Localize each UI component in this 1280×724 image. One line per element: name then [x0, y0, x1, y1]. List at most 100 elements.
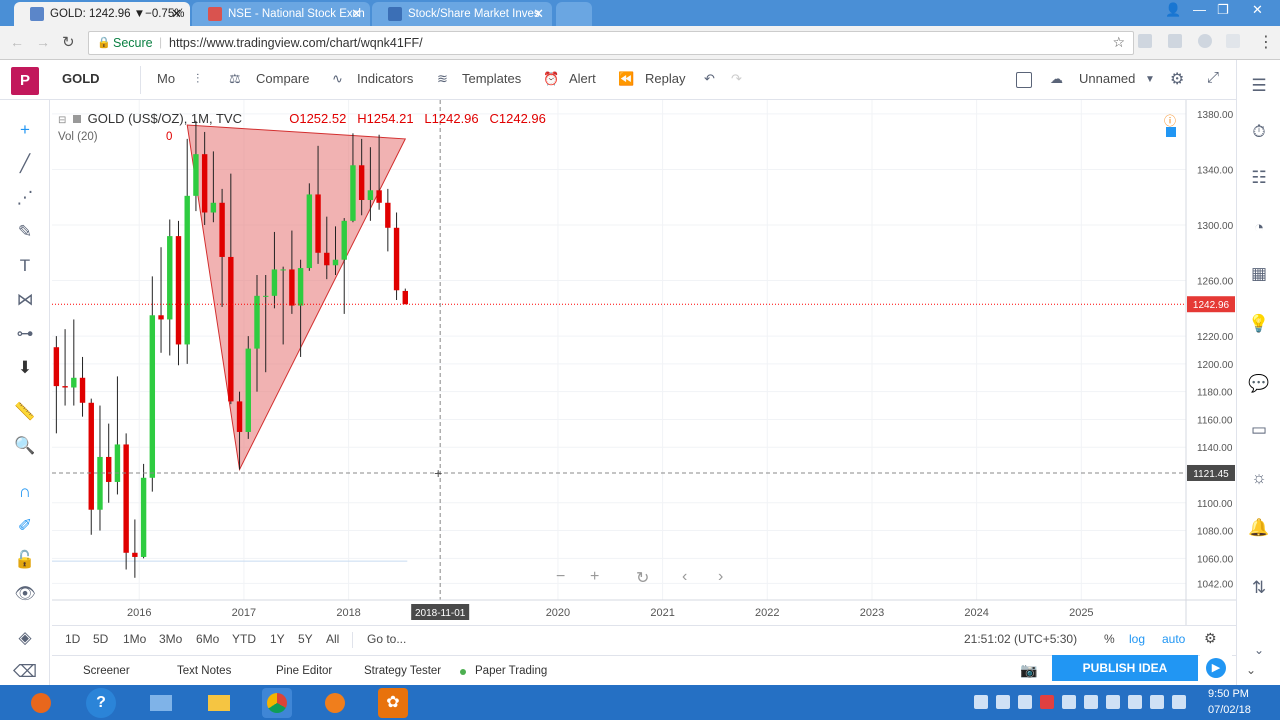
- redo-icon[interactable]: ↷: [731, 71, 742, 87]
- chrome-menu-icon[interactable]: ⋮: [1258, 32, 1274, 52]
- fib-tool-icon[interactable]: ⋰: [13, 186, 37, 210]
- chart-style-icon[interactable]: ⫶: [196, 71, 199, 87]
- range-ytd[interactable]: YTD: [232, 632, 256, 646]
- range-all[interactable]: All: [326, 632, 339, 646]
- info-flag-icon[interactable]: [1166, 127, 1176, 137]
- trend-line-icon[interactable]: ╱: [13, 152, 37, 176]
- tray-icon[interactable]: [1084, 695, 1098, 709]
- lock-drawings-icon[interactable]: 🔓: [13, 548, 37, 572]
- notifications-bell-icon[interactable]: 🔔: [1247, 516, 1271, 540]
- range-1y[interactable]: 1Y: [270, 632, 285, 646]
- chrome-icon[interactable]: [262, 688, 292, 718]
- chevron-down-icon[interactable]: ▼: [1145, 74, 1155, 85]
- prediction-tool-icon[interactable]: ⊶: [13, 322, 37, 346]
- time-axis[interactable]: 2016 2017 2018 2020 2021 2022 2023 2024 2025 2018…: [52, 599, 1236, 620]
- restore-icon[interactable]: ❐: [1217, 2, 1229, 18]
- minimize-icon[interactable]: —: [1193, 2, 1206, 17]
- tray-icon[interactable]: [1018, 695, 1032, 709]
- alert-icon[interactable]: ⏰: [543, 71, 559, 87]
- bluetooth-tray-icon[interactable]: [996, 695, 1010, 709]
- price-chart[interactable]: + 1380.00 1340.00 1300.00 1260.00 1220.00 120…: [52, 100, 1236, 625]
- calendar-icon[interactable]: ▦: [1247, 262, 1271, 286]
- fullscreen-layout-icon[interactable]: [1016, 72, 1032, 88]
- templates-icon[interactable]: ≋: [437, 71, 448, 87]
- hotlist-icon[interactable]: ◔: [1247, 216, 1271, 240]
- text-tool-icon[interactable]: T: [13, 254, 37, 278]
- replay-icon[interactable]: ⏪: [618, 71, 634, 87]
- fullscreen-icon[interactable]: ⤢: [1207, 69, 1219, 86]
- profile-icon[interactable]: 👤: [1165, 2, 1181, 18]
- chart-settings-icon[interactable]: ⚙: [1204, 630, 1217, 647]
- tab-paper-trading[interactable]: Paper Trading: [475, 665, 547, 677]
- tab-strategy-tester[interactable]: Strategy Tester: [364, 665, 441, 677]
- ideas-lightbulb-icon[interactable]: 💡: [1247, 312, 1271, 336]
- stay-in-drawing-mode-icon[interactable]: ✐: [13, 514, 37, 538]
- arrow-down-icon[interactable]: ⬇: [13, 356, 37, 380]
- zoom-in-icon[interactable]: 🔍: [13, 434, 37, 458]
- goto-date-button[interactable]: Go to...: [367, 632, 406, 646]
- firefox-icon[interactable]: [320, 688, 350, 718]
- range-3mo[interactable]: 3Mo: [159, 632, 182, 646]
- scroll-left-icon[interactable]: ‹: [682, 568, 687, 586]
- forward-icon[interactable]: →: [36, 34, 50, 50]
- chart-pane[interactable]: + 1380.00 1340.00 1300.00 1260.00 1220.00 120…: [52, 100, 1236, 625]
- collapse-legend-icon[interactable]: ⊟: [58, 115, 66, 126]
- data-window-icon[interactable]: ☷: [1247, 166, 1271, 190]
- auto-scale-toggle[interactable]: auto: [1162, 632, 1185, 646]
- object-tree-icon[interactable]: ◈: [13, 626, 37, 650]
- camera-snapshot-icon[interactable]: 📷: [1020, 662, 1037, 679]
- brush-icon[interactable]: ✎: [13, 220, 37, 244]
- profile-logo-button[interactable]: P: [11, 67, 39, 95]
- file-explorer-icon[interactable]: [204, 688, 234, 718]
- zoom-out-icon[interactable]: −: [556, 568, 565, 586]
- close-tab-icon[interactable]: ✕: [533, 2, 544, 26]
- range-5d[interactable]: 5D: [93, 632, 108, 646]
- app-gear-icon[interactable]: ✿: [378, 688, 408, 718]
- range-5y[interactable]: 5Y: [298, 632, 313, 646]
- publish-idea-button[interactable]: PUBLISH IDEA: [1052, 655, 1198, 681]
- undo-icon[interactable]: ↶: [704, 71, 715, 87]
- indicators-icon[interactable]: ∿: [332, 71, 343, 87]
- tray-icon[interactable]: [1106, 695, 1120, 709]
- tab-stock-market[interactable]: Stock/Share Market Inves ✕: [372, 2, 552, 26]
- tray-icon[interactable]: [1040, 695, 1054, 709]
- broadcast-icon[interactable]: ☼: [1247, 466, 1271, 490]
- tray-icon[interactable]: [1062, 695, 1076, 709]
- chevron-down-icon[interactable]: ⌄: [1247, 638, 1271, 662]
- chevron-down-icon[interactable]: ⌄: [1246, 663, 1256, 677]
- streams-icon[interactable]: ▭: [1247, 418, 1271, 442]
- order-panel-icon[interactable]: ⇅: [1247, 576, 1271, 600]
- pattern-tool-icon[interactable]: ⋈: [13, 288, 37, 312]
- volume-tray-icon[interactable]: [1172, 695, 1186, 709]
- extension-icon[interactable]: [1226, 34, 1240, 48]
- indicators-button[interactable]: Indicators: [357, 71, 413, 86]
- magnet-icon[interactable]: ∩: [13, 480, 37, 504]
- new-tab-button[interactable]: [556, 2, 592, 26]
- publish-arrow-button[interactable]: ▶: [1200, 655, 1232, 681]
- alerts-clock-icon[interactable]: ⏱: [1247, 120, 1271, 144]
- extension-icon[interactable]: [1198, 34, 1212, 48]
- bookmark-star-icon[interactable]: ☆: [1112, 34, 1125, 51]
- cloud-icon[interactable]: ☁: [1050, 71, 1063, 87]
- scroll-right-icon[interactable]: ›: [718, 568, 723, 586]
- layout-name-button[interactable]: Unnamed: [1079, 71, 1135, 86]
- tab-screener[interactable]: Screener: [83, 665, 130, 677]
- chats-icon[interactable]: 💬: [1247, 372, 1271, 396]
- percent-scale-toggle[interactable]: %: [1104, 632, 1115, 646]
- network-tray-icon[interactable]: [1150, 695, 1164, 709]
- symbol-search[interactable]: GOLD: [62, 71, 100, 86]
- alert-button[interactable]: Alert: [569, 71, 596, 86]
- reload-icon[interactable]: ↻: [62, 33, 75, 51]
- window-close-icon[interactable]: ✕: [1252, 2, 1263, 18]
- back-icon[interactable]: ←: [10, 34, 24, 50]
- tab-nse[interactable]: NSE - National Stock Exch ✕: [192, 2, 370, 26]
- interval-button[interactable]: Mo: [157, 71, 175, 86]
- tab-gold[interactable]: GOLD: 1242.96 ▼−0.75% ✕: [14, 2, 190, 26]
- extension-icon[interactable]: [1138, 34, 1152, 48]
- settings-gear-icon[interactable]: ⚙: [1170, 69, 1184, 89]
- compare-button[interactable]: Compare: [256, 71, 309, 86]
- zoom-in-icon[interactable]: +: [590, 568, 599, 586]
- desktop-icon[interactable]: [146, 688, 176, 718]
- price-axis[interactable]: 1380.00 1340.00 1300.00 1260.00 1220.00 1200.…: [1185, 100, 1236, 625]
- tray-icon[interactable]: [974, 695, 988, 709]
